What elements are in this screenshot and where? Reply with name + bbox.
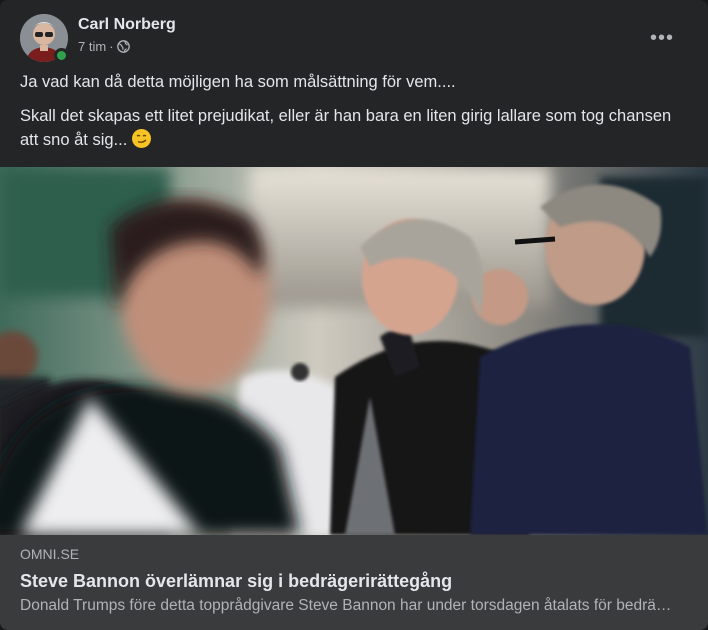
post-time[interactable]: 7 tim (78, 39, 106, 54)
post-card: Carl Norberg 7 tim · ••• Ja vad kan då d… (0, 0, 708, 630)
news-photo (0, 167, 708, 535)
more-options-icon[interactable]: ••• (644, 20, 680, 56)
post-paragraph-2: Skall det skapas ett litet prejudikat, e… (20, 104, 688, 152)
post-meta: 7 tim · (78, 39, 130, 54)
link-preview-image[interactable] (0, 167, 708, 535)
link-title[interactable]: Steve Bannon överlämnar sig i bedrägerir… (20, 569, 688, 593)
meta-separator: · (109, 39, 114, 54)
post-text: Ja vad kan då detta möjligen ha som måls… (20, 70, 688, 162)
post-paragraph-2-text: Skall det skapas ett litet prejudikat, e… (20, 107, 672, 149)
post-paragraph-1: Ja vad kan då detta möjligen ha som måls… (20, 73, 456, 91)
link-domain: OMNI.SE (20, 546, 80, 562)
link-description: Donald Trumps före detta topprådgivare S… (20, 597, 680, 614)
globe-icon (116, 40, 130, 53)
smirk-face-emoji-icon (131, 129, 151, 148)
link-preview-footer[interactable]: OMNI.SE Steve Bannon överlämnar sig i be… (0, 535, 708, 630)
post-header: Carl Norberg 7 tim · ••• (20, 14, 688, 64)
author-name[interactable]: Carl Norberg (78, 16, 176, 34)
online-status-dot (54, 48, 69, 63)
